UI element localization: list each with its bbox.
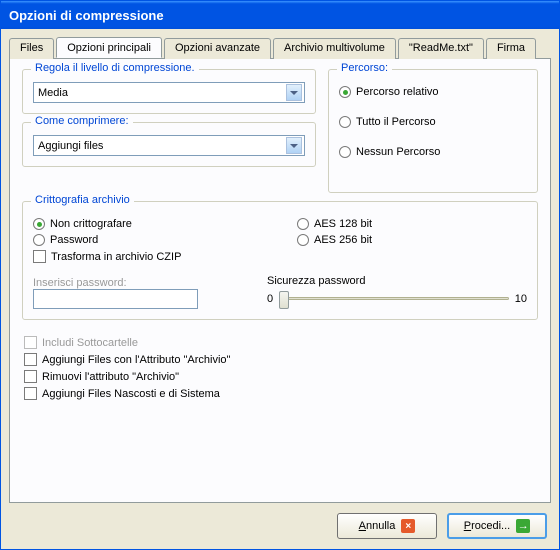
radio-label: Password xyxy=(50,234,98,246)
footer: Annulla × Procedi... → xyxy=(9,503,551,545)
radio-icon xyxy=(33,234,45,246)
tab-label: Opzioni avanzate xyxy=(175,42,260,54)
add-hidden-check[interactable]: Aggiungi Files Nascosti e di Sistema xyxy=(24,387,536,400)
compression-how-legend: Come comprimere: xyxy=(31,115,133,127)
compression-how-group: Come comprimere: Aggiungi files xyxy=(22,122,316,167)
crypto-legend: Crittografia archivio xyxy=(31,194,134,206)
tab-label: Files xyxy=(20,42,43,54)
checkbox-icon xyxy=(24,370,37,383)
crypto-aes128-radio[interactable]: AES 128 bit xyxy=(297,218,527,230)
radio-icon xyxy=(339,146,351,158)
tab-multivolume[interactable]: Archivio multivolume xyxy=(273,38,396,59)
crypto-none-radio[interactable]: Non crittografare xyxy=(33,218,285,230)
password-label: Inserisci password: xyxy=(33,277,255,289)
combo-value: Media xyxy=(38,87,68,99)
checkbox-icon xyxy=(33,250,46,263)
close-icon: × xyxy=(401,519,415,533)
crypto-czip-check[interactable]: Trasforma in archivio CZIP xyxy=(33,250,285,263)
tab-panel: Regola il livello di compressione. Media… xyxy=(9,58,551,503)
strength-slider[interactable] xyxy=(279,289,509,309)
crypto-aes256-radio[interactable]: AES 256 bit xyxy=(297,234,527,246)
window-title: Opzioni di compressione xyxy=(9,8,164,23)
crypto-password-radio[interactable]: Password xyxy=(33,234,285,246)
radio-icon xyxy=(339,86,351,98)
remove-archive-attr-check[interactable]: Rimuovi l'attributo "Archivio" xyxy=(24,370,536,383)
radio-icon xyxy=(297,218,309,230)
tab-signature[interactable]: Firma xyxy=(486,38,536,59)
strength-min: 0 xyxy=(267,293,273,305)
path-none-radio[interactable]: Nessun Percorso xyxy=(339,146,527,158)
tab-label: Archivio multivolume xyxy=(284,42,385,54)
slider-track xyxy=(279,297,509,300)
path-group: Percorso: Percorso relativo Tutto il Per… xyxy=(328,69,538,193)
radio-label: AES 256 bit xyxy=(314,234,372,246)
path-full-radio[interactable]: Tutto il Percorso xyxy=(339,116,527,128)
check-label: Aggiungi Files con l'Attributo "Archivio… xyxy=(42,354,230,366)
button-label: Annulla xyxy=(359,520,396,532)
password-input[interactable] xyxy=(33,289,198,309)
cancel-button[interactable]: Annulla × xyxy=(337,513,437,539)
tab-label: Opzioni principali xyxy=(67,42,151,54)
compression-level-legend: Regola il livello di compressione. xyxy=(31,62,199,74)
tab-main-options[interactable]: Opzioni principali xyxy=(56,37,162,58)
titlebar[interactable]: Opzioni di compressione xyxy=(1,1,559,29)
add-archive-attr-check[interactable]: Aggiungi Files con l'Attributo "Archivio… xyxy=(24,353,536,366)
tab-strip: Files Opzioni principali Opzioni avanzat… xyxy=(9,37,551,58)
radio-icon xyxy=(33,218,45,230)
compression-level-combo[interactable]: Media xyxy=(33,82,305,103)
radio-label: AES 128 bit xyxy=(314,218,372,230)
tab-advanced-options[interactable]: Opzioni avanzate xyxy=(164,38,271,59)
arrow-right-icon: → xyxy=(516,519,530,533)
check-label: Rimuovi l'attributo "Archivio" xyxy=(42,371,179,383)
tab-label: Firma xyxy=(497,42,525,54)
combo-value: Aggiungi files xyxy=(38,140,103,152)
compression-how-combo[interactable]: Aggiungi files xyxy=(33,135,305,156)
folders-group: Includi Sottocartelle Aggiungi Files con… xyxy=(22,328,538,408)
content-area: Files Opzioni principali Opzioni avanzat… xyxy=(1,29,559,549)
compression-level-group: Regola il livello di compressione. Media xyxy=(22,69,316,114)
radio-label: Tutto il Percorso xyxy=(356,116,436,128)
strength-label: Sicurezza password xyxy=(267,275,527,287)
checkbox-icon xyxy=(24,387,37,400)
crypto-group: Crittografia archivio Non crittografare … xyxy=(22,201,538,320)
tab-files[interactable]: Files xyxy=(9,38,54,59)
checkbox-icon xyxy=(24,336,37,349)
strength-max: 10 xyxy=(515,293,527,305)
check-label: Aggiungi Files Nascosti e di Sistema xyxy=(42,388,220,400)
path-relative-radio[interactable]: Percorso relativo xyxy=(339,86,527,98)
radio-icon xyxy=(339,116,351,128)
checkbox-icon xyxy=(24,353,37,366)
tab-readme[interactable]: "ReadMe.txt" xyxy=(398,38,484,59)
radio-icon xyxy=(297,234,309,246)
chevron-down-icon[interactable] xyxy=(286,84,302,101)
dialog-window: Opzioni di compressione Files Opzioni pr… xyxy=(0,0,560,550)
slider-thumb[interactable] xyxy=(279,291,289,309)
check-label: Trasforma in archivio CZIP xyxy=(51,251,181,263)
check-label: Includi Sottocartelle xyxy=(42,337,138,349)
tab-label: "ReadMe.txt" xyxy=(409,42,473,54)
radio-label: Non crittografare xyxy=(50,218,132,230)
path-legend: Percorso: xyxy=(337,62,392,74)
radio-label: Nessun Percorso xyxy=(356,146,440,158)
radio-label: Percorso relativo xyxy=(356,86,439,98)
chevron-down-icon[interactable] xyxy=(286,137,302,154)
proceed-button[interactable]: Procedi... → xyxy=(447,513,547,539)
button-label: Procedi... xyxy=(464,520,510,532)
include-subfolders-check: Includi Sottocartelle xyxy=(24,336,536,349)
